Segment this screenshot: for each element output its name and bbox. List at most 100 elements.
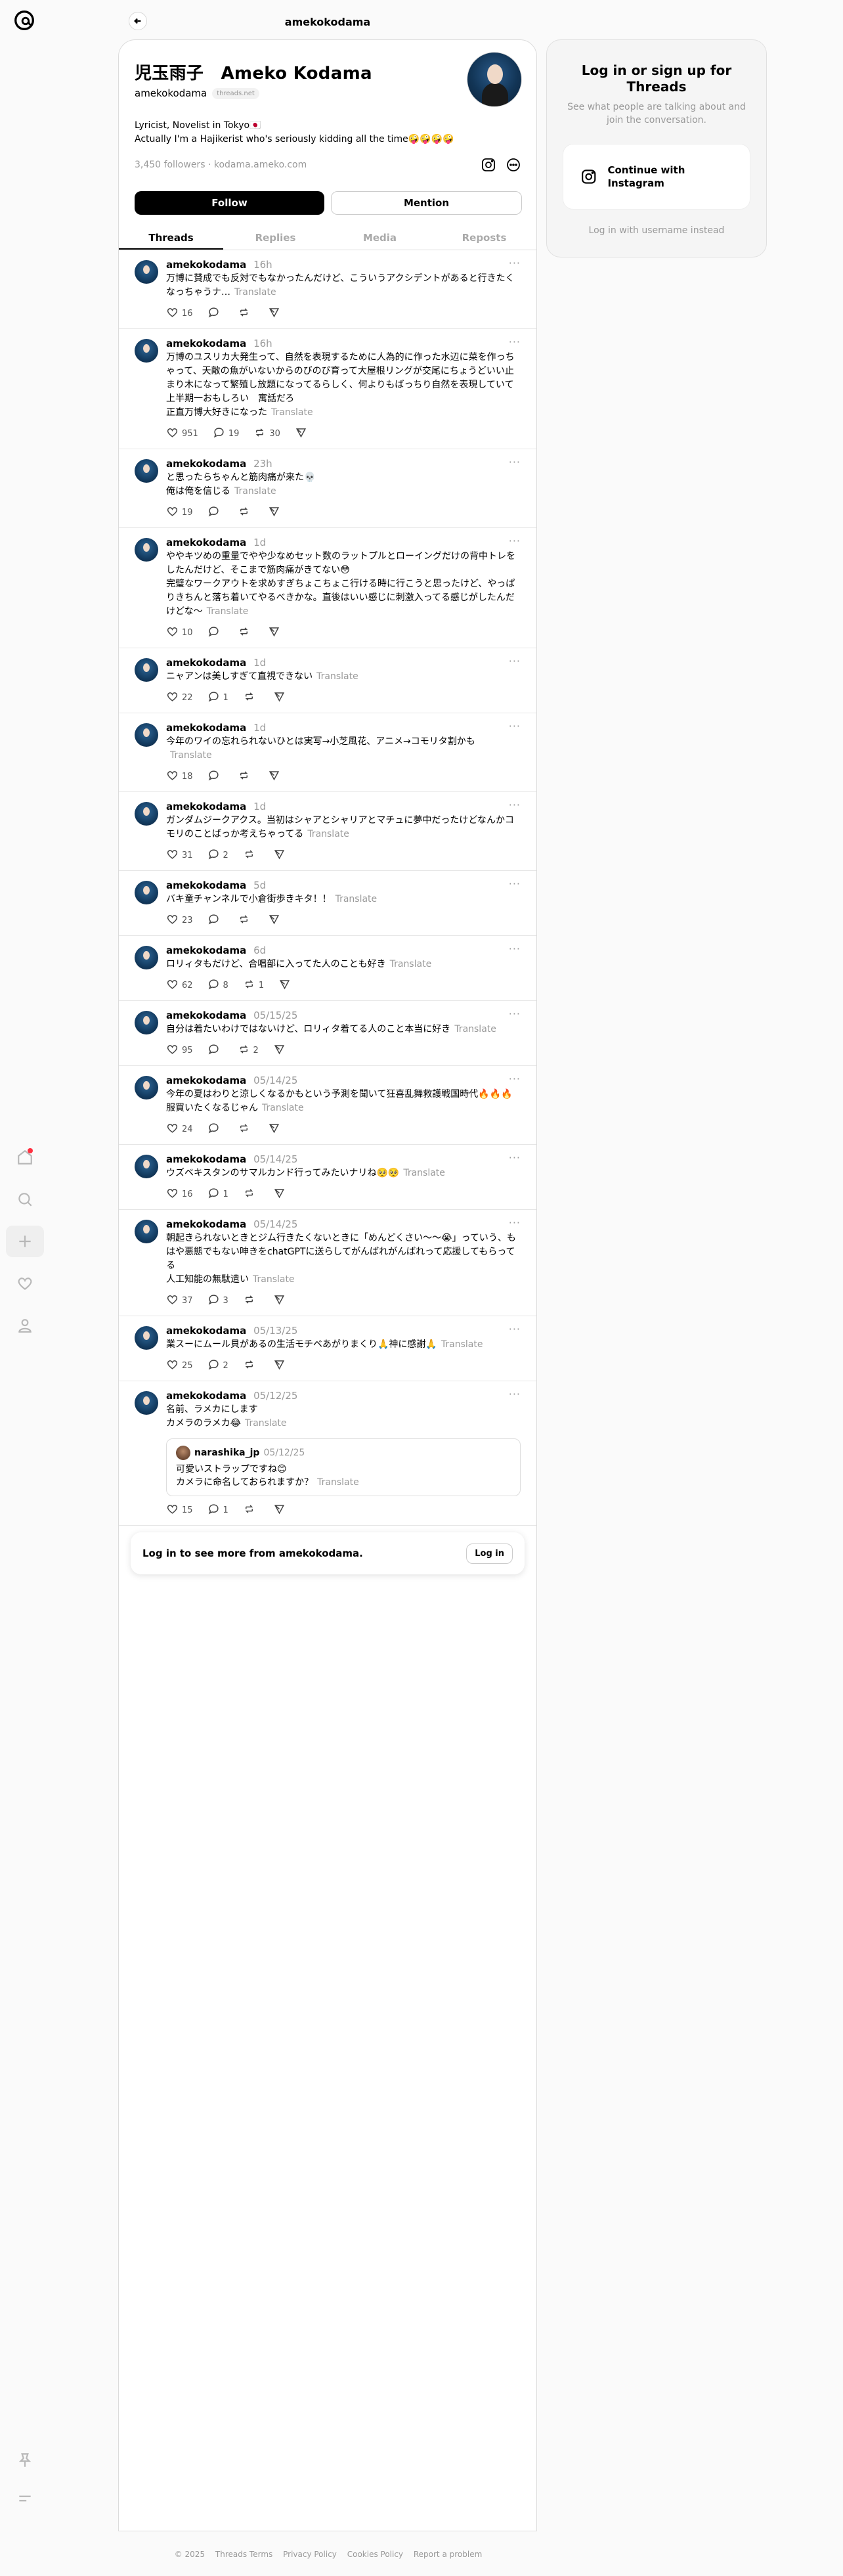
like-button[interactable]: 31 [166,848,193,863]
repost-button[interactable] [243,848,259,863]
repost-button[interactable] [238,306,253,321]
post-timestamp[interactable]: 05/14/25 [253,1218,297,1230]
share-button[interactable] [268,769,280,784]
share-button[interactable] [268,625,280,640]
post-avatar[interactable] [135,658,158,682]
post-avatar[interactable] [135,1011,158,1034]
post-avatar[interactable] [135,802,158,826]
reply-button[interactable] [207,625,223,640]
more-options-icon[interactable]: ··· [509,720,521,732]
post-username[interactable]: amekokodama [166,657,246,669]
repost-button[interactable] [243,690,259,705]
more-options-icon[interactable]: ··· [509,456,521,468]
tab-media[interactable]: Media [328,225,432,250]
footer-link-cookies[interactable]: Cookies Policy [347,2550,403,2559]
domain-badge[interactable]: threads.net [212,87,259,99]
like-button[interactable]: 22 [166,690,193,705]
post-username[interactable]: amekokodama [166,879,246,891]
translate-link[interactable]: Translate [253,1274,295,1285]
like-button[interactable]: 62 [166,978,193,993]
translate-link[interactable]: Translate [335,894,378,904]
translate-link[interactable]: Translate [441,1339,483,1350]
post-username[interactable]: amekokodama [166,458,246,470]
like-button[interactable]: 19 [166,505,193,520]
translate-link[interactable]: Translate [245,1418,287,1429]
footer-link-report[interactable]: Report a problem [414,2550,482,2559]
repost-button[interactable]: 30 [253,426,280,441]
repost-button[interactable]: 2 [238,1043,259,1058]
share-button[interactable] [273,1043,286,1058]
translate-link[interactable]: Translate [316,671,358,682]
nav-create[interactable] [0,1226,50,1257]
more-options-icon[interactable]: ··· [509,943,521,955]
post-avatar[interactable] [135,339,158,363]
share-button[interactable] [273,690,286,705]
like-button[interactable]: 951 [166,426,198,441]
post-timestamp[interactable]: 05/12/25 [253,1390,297,1402]
post-avatar[interactable] [135,1326,158,1350]
reply-button[interactable] [207,505,223,520]
follow-button[interactable]: Follow [135,191,324,215]
reply-button[interactable] [207,306,223,321]
like-button[interactable]: 16 [166,1187,193,1202]
thread-post[interactable]: ··· amekokodama 16h 万博のユスリカ大発生って、自然を表現する… [119,329,536,449]
share-button[interactable] [273,1293,286,1308]
mention-button[interactable]: Mention [331,191,522,215]
more-options-icon[interactable]: ··· [509,257,521,269]
share-button[interactable] [268,1122,280,1137]
post-username[interactable]: amekokodama [166,1390,246,1402]
more-options-icon[interactable]: ··· [509,655,521,667]
reply-button[interactable] [207,1043,223,1058]
translate-link[interactable]: Translate [234,287,276,298]
translate-link[interactable]: Translate [307,829,349,839]
post-avatar[interactable] [135,946,158,969]
thread-post[interactable]: ··· amekokodama 05/14/25 今年の夏はわりと涼しくなるかも… [119,1066,536,1145]
reply-button[interactable]: 19 [213,426,239,441]
post-avatar[interactable] [135,459,158,483]
repost-button[interactable] [238,1122,253,1137]
thread-post[interactable]: ··· amekokodama 23h と思ったらちゃんと筋肉痛が来た💀 俺は俺… [119,449,536,528]
like-button[interactable]: 18 [166,769,193,784]
post-timestamp[interactable]: 1d [253,537,266,548]
translate-link[interactable]: Translate [262,1103,304,1113]
post-timestamp[interactable]: 16h [253,259,272,271]
post-timestamp[interactable]: 1d [253,801,266,812]
reply-button[interactable]: 2 [207,1358,228,1373]
share-button[interactable] [278,978,291,993]
thread-post[interactable]: ··· amekokodama 05/12/25 名前、ラメカにします カメラの… [119,1381,536,1526]
nav-home[interactable] [0,1142,50,1173]
more-options-icon[interactable]: ··· [509,1216,521,1229]
reply-button[interactable]: 8 [207,978,228,993]
translate-link[interactable]: Translate [454,1024,496,1034]
share-button[interactable] [295,426,307,441]
more-options-icon[interactable]: ··· [509,1323,521,1335]
more-options-icon[interactable] [505,156,522,173]
thread-post[interactable]: ··· amekokodama 05/14/25 ウズベキスタンのサマルカンド行… [119,1145,536,1210]
post-timestamp[interactable]: 16h [253,338,272,349]
more-options-icon[interactable]: ··· [509,1008,521,1020]
post-timestamp[interactable]: 6d [253,944,266,956]
reply-button[interactable]: 1 [207,1187,228,1202]
like-button[interactable]: 37 [166,1293,193,1308]
post-avatar[interactable] [135,723,158,747]
share-button[interactable] [273,1187,286,1202]
post-timestamp[interactable]: 05/15/25 [253,1010,297,1021]
nav-menu[interactable] [0,2483,50,2514]
translate-link[interactable]: Translate [403,1168,445,1178]
translate-link[interactable]: Translate [170,750,212,761]
post-timestamp[interactable]: 23h [253,458,272,470]
profile-avatar[interactable] [467,52,522,107]
share-button[interactable] [273,1358,286,1373]
repost-button[interactable] [238,625,253,640]
instagram-icon[interactable] [480,156,497,173]
threads-logo[interactable] [12,8,37,33]
post-timestamp[interactable]: 05/13/25 [253,1325,297,1337]
thread-post[interactable]: ··· amekokodama 1d ニャアンは美しすぎて直視できない Trans… [119,648,536,713]
translate-link[interactable]: Translate [271,407,313,418]
like-button[interactable]: 16 [166,306,193,321]
like-button[interactable]: 10 [166,625,193,640]
reply-button[interactable] [207,913,223,928]
more-options-icon[interactable]: ··· [509,1151,521,1164]
translate-link[interactable]: Translate [234,486,276,497]
reply-button[interactable]: 2 [207,848,228,863]
